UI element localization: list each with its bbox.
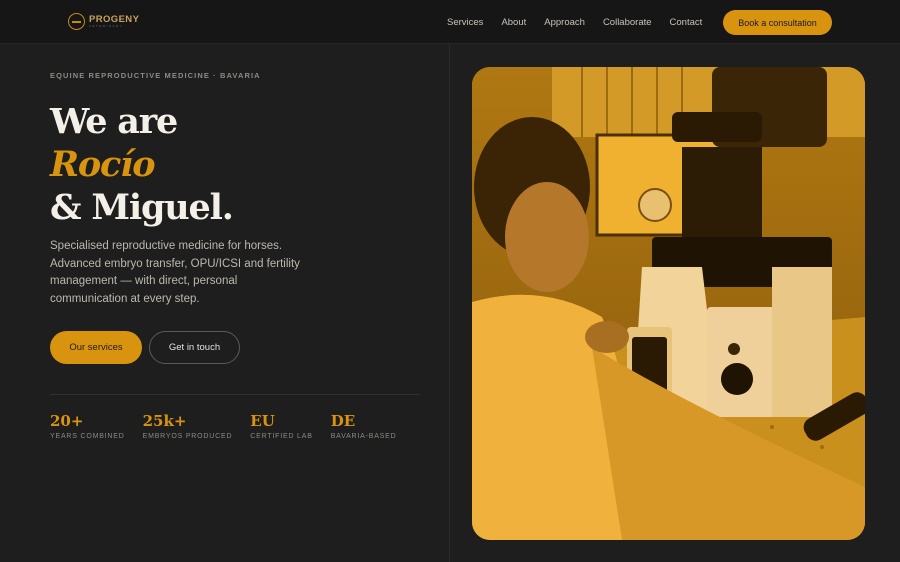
nav-link-services[interactable]: Services (447, 17, 483, 28)
stat-value: 20+ (50, 412, 84, 430)
hero-line-1: We are (50, 101, 178, 142)
stat-item: 25k+ EMBRYOS PRODUCED (143, 412, 233, 440)
hero-line-3: & Miguel. (50, 187, 234, 228)
stat-value: 25k+ (142, 412, 187, 430)
microscope-lab-illustration (472, 67, 865, 540)
stat-item: 20+ YEARS COMBINED (50, 412, 125, 440)
column-divider (449, 44, 450, 562)
stat-item: EU CERTIFIED LAB (250, 412, 312, 440)
hero-line-2: Rocío (50, 144, 156, 185)
top-navigation: PROGENY VETERINARY Services About Approa… (0, 0, 900, 44)
hero-heading: We are Rocío & Miguel. (50, 100, 234, 229)
stat-item: DE BAVARIA-BASED (331, 412, 397, 440)
stat-label: EMBRYOS PRODUCED (142, 433, 233, 440)
stat-label: CERTIFIED LAB (250, 433, 313, 440)
get-in-touch-button[interactable]: Get in touch (149, 331, 240, 364)
our-services-button[interactable]: Our services (50, 331, 142, 364)
stats-divider (50, 394, 420, 395)
hero-photo (472, 67, 865, 540)
hero-eyebrow: EQUINE REPRODUCTIVE MEDICINE · BAVARIA (50, 71, 261, 80)
nav-links: Services About Approach Collaborate Cont… (447, 17, 702, 28)
stat-value: DE (330, 412, 356, 430)
stats-row: 20+ YEARS COMBINED 25k+ EMBRYOS PRODUCED… (50, 412, 396, 440)
nav-link-contact[interactable]: Contact (670, 17, 703, 28)
nav-link-approach[interactable]: Approach (544, 17, 585, 28)
horse-logo-icon (68, 13, 85, 30)
nav-link-about[interactable]: About (501, 17, 526, 28)
hero-description: Specialised reproductive medicine for ho… (50, 240, 300, 305)
brand-tagline: VETERINARY (89, 24, 124, 29)
stat-label: YEARS COMBINED (50, 433, 125, 440)
nav-link-collaborate[interactable]: Collaborate (603, 17, 652, 28)
stat-value: EU (250, 412, 275, 430)
stat-label: BAVARIA-BASED (330, 433, 397, 440)
book-consultation-button[interactable]: Book a consultation (723, 10, 832, 35)
logo[interactable]: PROGENY VETERINARY (68, 13, 139, 30)
brand-name: PROGENY (89, 13, 140, 25)
